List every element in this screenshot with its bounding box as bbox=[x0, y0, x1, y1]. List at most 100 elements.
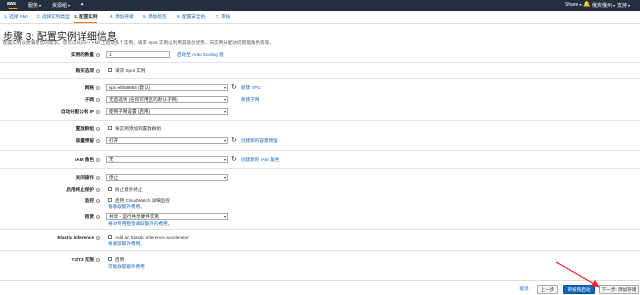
info-icon[interactable]: i bbox=[96, 257, 100, 262]
instance-count-label: 实例的数量 i bbox=[71, 52, 100, 57]
create-capacity-reservation-link[interactable]: 创建新的容量预留 bbox=[241, 138, 278, 144]
shutdown-behavior-select[interactable]: 停止 ▾ bbox=[106, 174, 228, 181]
next-add-storage-button[interactable]: 下一步: 添加存储 bbox=[599, 285, 639, 294]
info-icon[interactable]: i bbox=[96, 198, 100, 203]
step-add-storage[interactable]: 4. 添加存储 bbox=[110, 14, 133, 23]
info-icon[interactable]: i bbox=[96, 157, 100, 162]
aws-smile-icon bbox=[8, 7, 18, 9]
page-description: 配置实例以便满足您的需求。您可以从同一 AMI 上启动多个实例，请求 Spot … bbox=[3, 40, 274, 45]
monitoring-label: 监控 i bbox=[84, 198, 100, 203]
info-icon[interactable]: i bbox=[96, 126, 100, 131]
chevron-down-icon: ▾ bbox=[223, 157, 226, 162]
instance-count-input[interactable]: 1 bbox=[106, 51, 170, 58]
step-choose-instance-type[interactable]: 2. 选择实例类型 bbox=[37, 14, 70, 23]
t2t3-unlimited-checkbox-label: 启用 bbox=[115, 257, 125, 262]
info-icon[interactable]: i bbox=[96, 138, 100, 143]
create-subnet-link[interactable]: 新建子网 bbox=[241, 97, 259, 103]
info-icon[interactable]: i bbox=[96, 187, 100, 192]
subnet-label: 子网 i bbox=[84, 97, 100, 102]
chevron-down-icon: ▾ bbox=[223, 175, 226, 180]
info-icon[interactable]: i bbox=[96, 214, 100, 219]
divider bbox=[0, 120, 640, 121]
tenancy-fee-note[interactable]: 将对专用租赁收取额外的费用。 bbox=[108, 221, 172, 227]
step-security-group[interactable]: 6. 配置安全组 bbox=[177, 14, 205, 23]
bell-icon[interactable]: 🔔 bbox=[583, 1, 590, 8]
info-icon[interactable]: i bbox=[96, 85, 100, 90]
cancel-button[interactable]: 取消 bbox=[516, 285, 532, 294]
create-iam-role-link[interactable]: 创建新的 IAM 角色 bbox=[241, 157, 279, 163]
spot-request-checkbox[interactable] bbox=[108, 68, 112, 72]
capacity-reservation-label: 容量预留 i bbox=[75, 138, 100, 143]
chevron-down-icon: ▾ bbox=[223, 138, 226, 143]
resource-groups-menu[interactable]: 资源组▾ bbox=[52, 2, 70, 9]
step-add-tags[interactable]: 5. 添加标签 bbox=[143, 14, 166, 23]
refresh-icon[interactable]: ↻ bbox=[231, 137, 237, 144]
refresh-icon[interactable]: ↻ bbox=[231, 84, 237, 91]
review-and-launch-button[interactable]: 审核和启动 bbox=[563, 285, 595, 294]
monitoring-checkbox[interactable] bbox=[108, 198, 112, 202]
chevron-down-icon: ▾ bbox=[223, 109, 226, 114]
purchase-option-label: 购买选项 i bbox=[75, 68, 100, 73]
divider bbox=[0, 168, 640, 169]
public-ip-label: 自动分配公有 IP i bbox=[60, 109, 100, 114]
iam-role-select[interactable]: 无 ▾ bbox=[106, 156, 228, 163]
create-vpc-link[interactable]: 新建 VPC bbox=[241, 85, 261, 91]
chevron-down-icon: ▾ bbox=[628, 3, 631, 8]
termination-protection-checkbox[interactable] bbox=[108, 187, 112, 191]
chevron-down-icon: ▾ bbox=[613, 3, 616, 8]
termination-protection-checkbox-label: 防止意外终止 bbox=[115, 187, 143, 192]
monitoring-fee-note[interactable]: 将收取额外费用。 bbox=[108, 204, 145, 210]
chevron-down-icon: ▾ bbox=[223, 97, 226, 102]
step-configure-instance[interactable]: 3. 配置实例 bbox=[74, 14, 98, 23]
chevron-down-icon: ▾ bbox=[223, 214, 226, 219]
step-choose-ami[interactable]: 1. 选择 AMI bbox=[4, 14, 28, 23]
divider bbox=[0, 229, 640, 230]
public-ip-select[interactable]: 使用子网设置 (启用) ▾ bbox=[106, 108, 228, 115]
network-select[interactable]: vpc-ef558884 (默认) ▾ bbox=[106, 84, 228, 91]
chevron-down-icon: ▾ bbox=[223, 85, 226, 90]
elastic-inference-fee-note[interactable]: 将收取额外费用。 bbox=[108, 241, 145, 247]
support-menu[interactable]: 支持▾ bbox=[617, 2, 630, 9]
iam-role-label: IAM 角色 i bbox=[75, 157, 100, 162]
t2t3-fee-note[interactable]: 可能收取额外费用 bbox=[108, 264, 145, 270]
elastic-inference-checkbox[interactable] bbox=[108, 235, 112, 239]
info-icon[interactable]: i bbox=[96, 97, 100, 102]
info-icon[interactable]: i bbox=[96, 52, 100, 57]
top-navbar: aws 服务▾ 资源组▾ ✦ 🔔 Share▾ 俄亥俄州▾ 支持▾ bbox=[0, 0, 640, 11]
divider bbox=[0, 62, 640, 63]
wizard-steps: 1. 选择 AMI 2. 选择实例类型 3. 配置实例 4. 添加存储 5. 添… bbox=[0, 11, 640, 24]
spot-request-label: 请求 Spot 实例 bbox=[115, 68, 146, 73]
step-review[interactable]: 7. 审核 bbox=[216, 14, 230, 23]
shutdown-behavior-label: 关闭操作 i bbox=[75, 175, 100, 180]
placement-group-label: 置放群组 i bbox=[75, 126, 100, 131]
info-icon[interactable]: i bbox=[96, 235, 100, 240]
user-menu[interactable]: Share▾ bbox=[565, 2, 581, 8]
divider bbox=[0, 250, 640, 251]
chevron-down-icon: ▾ bbox=[68, 3, 71, 8]
launch-into-asg-link[interactable]: 启动至 Auto Scaling 组 bbox=[177, 52, 224, 58]
divider bbox=[0, 78, 640, 79]
subnet-select[interactable]: 无首选项 (任何可用区的默认子网) ▾ bbox=[106, 96, 228, 103]
capacity-reservation-select[interactable]: 打开 ▾ bbox=[106, 137, 228, 144]
info-icon[interactable]: i bbox=[96, 109, 100, 114]
previous-button[interactable]: 上一步 bbox=[537, 285, 558, 294]
info-icon[interactable]: i bbox=[96, 175, 100, 180]
divider bbox=[0, 150, 640, 151]
t2t3-unlimited-checkbox[interactable] bbox=[108, 257, 112, 261]
t2t3-unlimited-label: T2/T3 无限 i bbox=[71, 257, 100, 262]
info-icon[interactable]: i bbox=[96, 68, 100, 73]
refresh-icon[interactable]: ↻ bbox=[231, 156, 237, 163]
elastic-inference-label: Elastic Inference i bbox=[57, 235, 100, 240]
services-menu[interactable]: 服务▾ bbox=[28, 2, 41, 9]
tenancy-label: 租赁 i bbox=[84, 214, 100, 219]
aws-logo[interactable]: aws bbox=[6, 1, 22, 10]
pin-icon[interactable]: ✦ bbox=[80, 2, 84, 8]
placement-group-checkbox[interactable] bbox=[108, 126, 112, 130]
chevron-down-icon: ▾ bbox=[579, 2, 582, 7]
elastic-inference-checkbox-label: Add an Elastic Inference accelerator bbox=[115, 235, 189, 240]
placement-group-checkbox-label: 将实例添加到置放群组 bbox=[115, 126, 161, 131]
termination-protection-label: 启用终止保护 i bbox=[66, 187, 100, 192]
network-label: 网络 i bbox=[84, 85, 100, 90]
region-menu[interactable]: 俄亥俄州▾ bbox=[592, 2, 615, 9]
tenancy-select[interactable]: 共享 - 运行共享硬件实例 ▾ bbox=[106, 213, 228, 220]
